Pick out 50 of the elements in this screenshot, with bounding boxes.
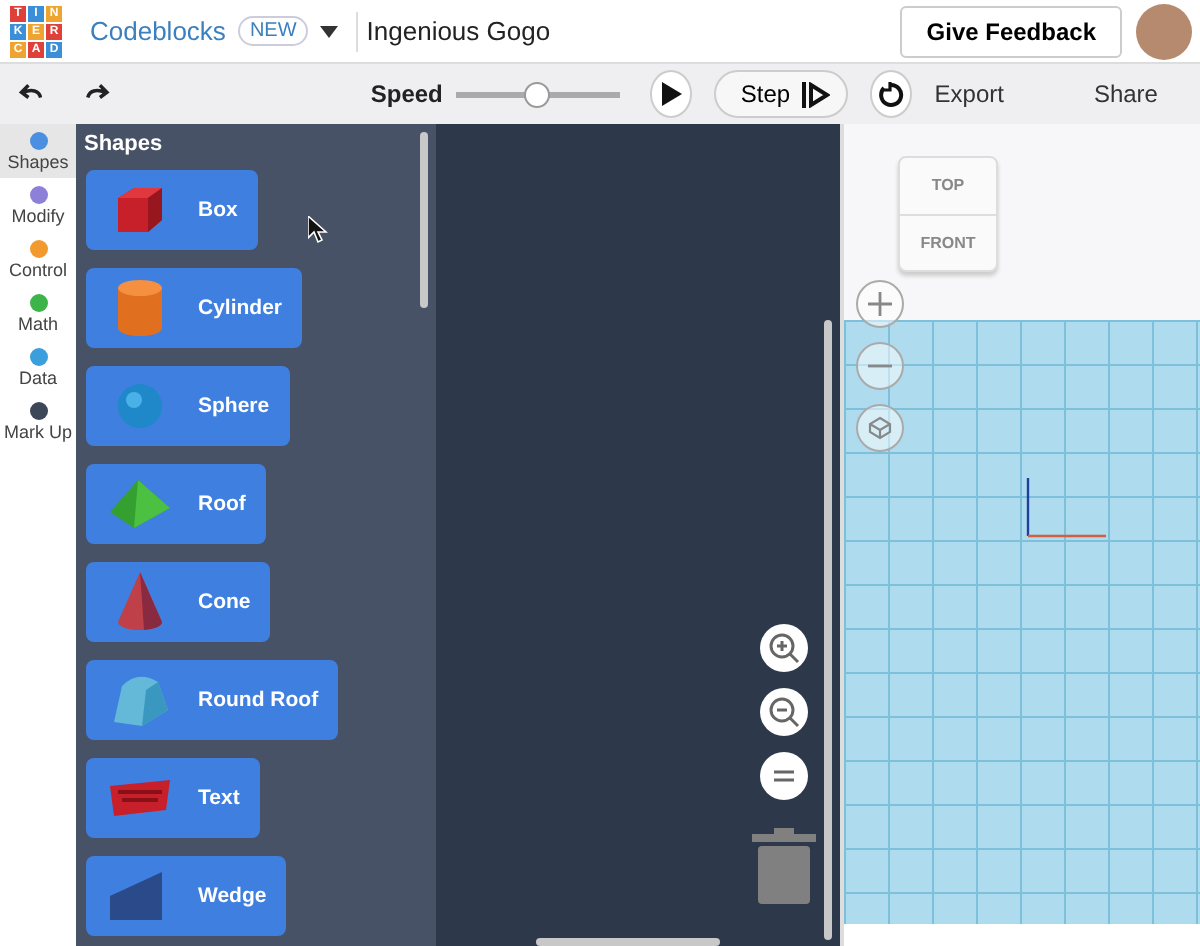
zoom-out-button[interactable] (760, 688, 808, 736)
play-button[interactable] (650, 70, 693, 118)
caret-icon[interactable] (320, 25, 339, 37)
play-icon (661, 82, 682, 106)
category-tab[interactable]: Shapes (0, 124, 76, 178)
scrollbar[interactable] (420, 132, 428, 308)
speed-label: Speed (370, 80, 443, 108)
text-shape-icon (110, 780, 170, 816)
axes-drawing (1026, 478, 1106, 538)
avatar-icon[interactable] (1136, 3, 1192, 59)
flyout-title: Shapes (84, 132, 165, 156)
reset-button[interactable] (870, 70, 913, 118)
reset-icon (878, 81, 905, 107)
cursor-icon (308, 216, 328, 244)
plus-icon (868, 292, 892, 316)
reset-zoom-button[interactable] (760, 752, 808, 800)
category-tab[interactable]: Data (0, 340, 76, 394)
zoom-in-button[interactable] (760, 624, 808, 672)
scrollbar[interactable] (824, 320, 832, 940)
zoom-in-icon (768, 632, 800, 664)
export-link[interactable]: Export (934, 80, 1004, 108)
shape-block[interactable]: Round Roof (86, 660, 339, 740)
category-tab[interactable]: Control (0, 232, 76, 286)
category-tab[interactable]: Math (0, 286, 76, 340)
step-icon (802, 81, 831, 107)
zoom-out-icon (768, 696, 800, 728)
shape-block[interactable]: Roof (86, 464, 266, 544)
category-tab[interactable]: Mark Up (0, 394, 76, 448)
pyramid-icon (110, 480, 170, 528)
equals-icon (772, 768, 796, 784)
home-view-button[interactable] (856, 404, 904, 452)
shape-block[interactable]: Text (86, 758, 260, 838)
share-link[interactable]: Share (1093, 80, 1158, 108)
step-button[interactable]: Step (714, 70, 849, 118)
trash-icon[interactable] (752, 828, 816, 904)
app-name[interactable]: Codeblocks (90, 16, 226, 46)
shape-block[interactable]: Cylinder (86, 268, 303, 348)
round-roof-icon (110, 674, 170, 726)
slider-thumb[interactable] (524, 81, 551, 107)
shape-block[interactable]: Wedge (86, 856, 287, 936)
new-badge: NEW (237, 16, 309, 46)
give-feedback-button[interactable]: Give Feedback (900, 5, 1122, 57)
minus-icon (868, 364, 892, 368)
cube-outline-icon (868, 416, 892, 440)
shape-block[interactable]: Cone (86, 562, 271, 642)
scrollbar[interactable] (536, 938, 720, 946)
category-tab[interactable]: Modify (0, 178, 76, 232)
shape-block[interactable]: Box (86, 170, 258, 250)
design-name[interactable]: Ingenious Gogo (366, 16, 551, 46)
shape-block[interactable]: Sphere (86, 366, 290, 446)
